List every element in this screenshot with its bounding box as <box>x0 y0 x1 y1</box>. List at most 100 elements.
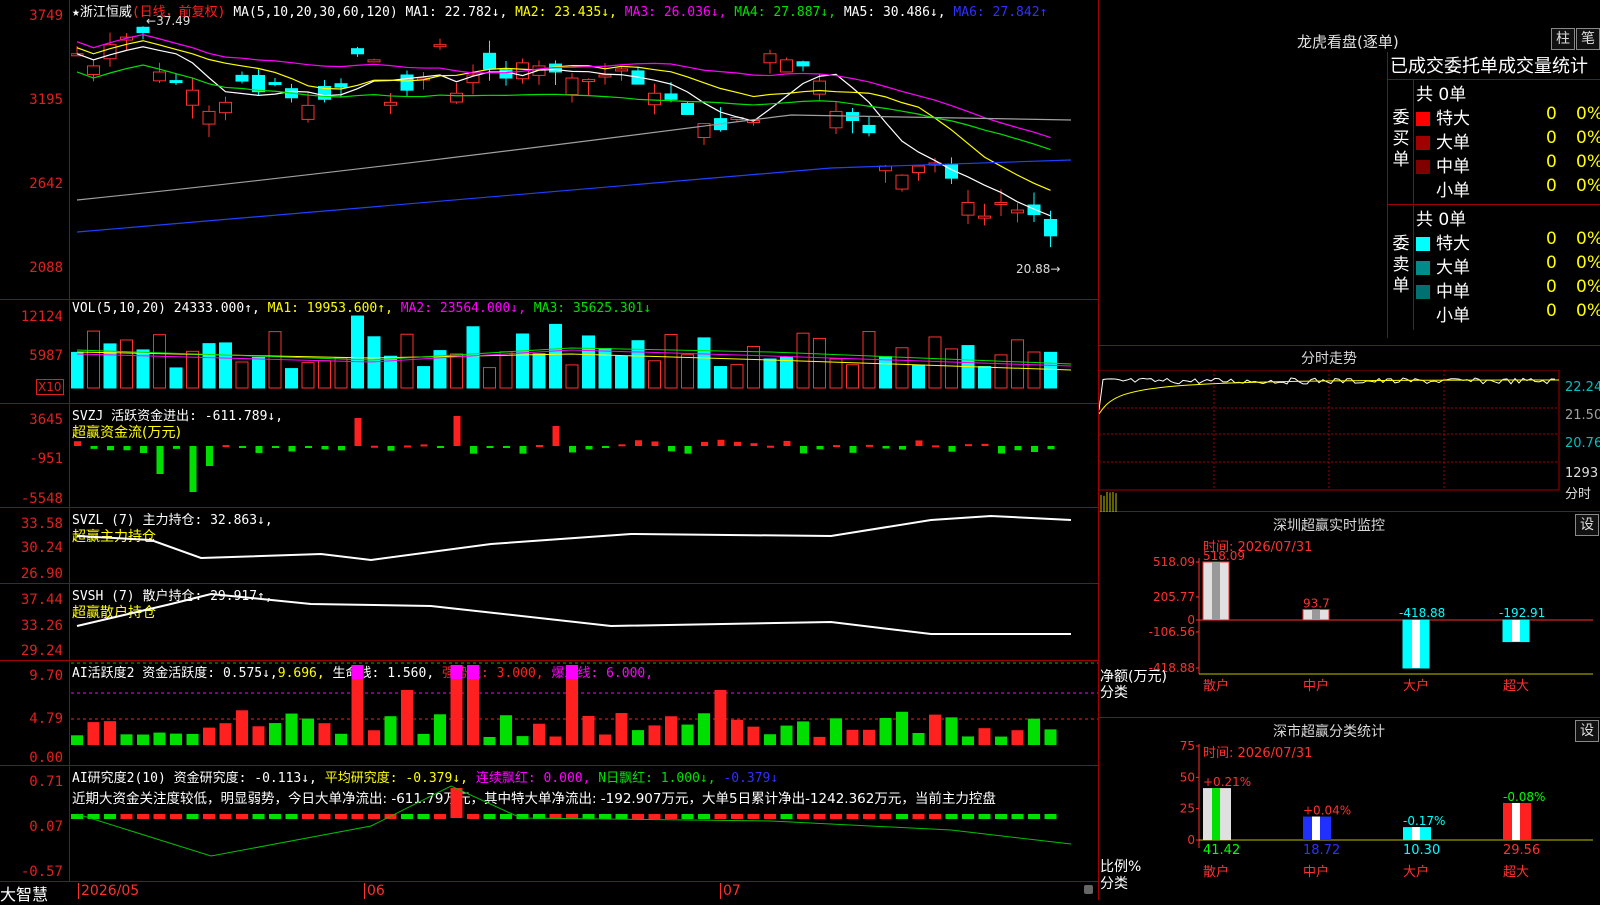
intraday-panel[interactable]: 分时走势 22.24 21.50 20.76 1293 分时 <box>1098 346 1600 512</box>
flow-bar <box>948 446 956 452</box>
activity-bar <box>285 713 298 745</box>
volume-bar <box>780 356 793 389</box>
classify-value: 29.56 <box>1503 843 1540 858</box>
ai2-tick: 0.07 <box>29 819 63 835</box>
research-bar <box>1028 814 1040 819</box>
research-bar <box>648 814 661 819</box>
research-bar <box>219 814 232 819</box>
flow-bar <box>734 441 741 446</box>
bar-mode-button[interactable]: 柱 <box>1551 28 1575 50</box>
monitor-xlabel: 分类 <box>1100 685 1128 701</box>
svzj-tick: -5548 <box>20 491 63 507</box>
candle-body <box>483 52 496 70</box>
volume-bar <box>483 367 496 389</box>
color-swatch <box>1416 160 1430 174</box>
svsh-axis: 37.44 33.26 29.24 <box>0 584 70 660</box>
svsh-panel[interactable]: 37.44 33.26 29.24 SVSH (7) 散户持仓: 29.917↑… <box>0 584 1098 661</box>
intraday-title: 分时走势 <box>1301 351 1357 367</box>
row-label: 小单 <box>1436 181 1470 201</box>
row-pct: 0% <box>1576 277 1600 297</box>
svzj-axis: 3645 -951 -5548 <box>0 404 70 507</box>
svzj-panel[interactable]: 3645 -951 -5548 SVZJ 活跃资金进出: -611.789↓, … <box>0 404 1098 508</box>
candle-body <box>367 59 381 63</box>
color-swatch <box>1416 309 1430 323</box>
flow-bar <box>684 446 692 454</box>
classify-chart: 75 50 25 0 +0.21% 41.42 散户 +0.04% 18.72 中户 -0.17% 1… <box>1180 739 1593 880</box>
candle-body <box>334 83 348 88</box>
research-bar <box>830 814 842 819</box>
activity-bar <box>417 733 430 745</box>
monitor-bar-label: 93.7 <box>1303 597 1330 611</box>
research-bar <box>962 814 974 819</box>
retail-holding-line <box>76 592 1071 635</box>
stat-row: 特大 0 0% <box>1416 104 1600 129</box>
classify-value: 10.30 <box>1403 843 1440 858</box>
volume-bar <box>417 366 430 389</box>
activity-bar <box>236 710 248 745</box>
volume-bar <box>763 358 777 389</box>
intraday-tick: 21.50 <box>1565 408 1600 423</box>
candle-body <box>301 104 315 120</box>
flow-bar <box>602 446 609 448</box>
activity-bar <box>401 690 413 745</box>
row-pct: 0% <box>1576 253 1600 273</box>
research-bar <box>186 814 199 819</box>
monitor-category: 大户 <box>1403 678 1429 694</box>
candlestick-chart[interactable] <box>71 0 1098 300</box>
classify-change: +0.21% <box>1203 775 1251 789</box>
research-bar <box>731 814 743 819</box>
price-tick: 2642 <box>29 176 63 192</box>
volume-bar <box>235 361 249 389</box>
stat-row: 特大 0 0% <box>1416 229 1600 254</box>
volume-bar <box>450 353 463 389</box>
research-bar <box>1011 814 1024 819</box>
research-bar <box>846 814 859 819</box>
volume-bar <box>582 335 595 389</box>
stat-row: 大单 0 0% <box>1416 253 1600 278</box>
volume-bar <box>516 333 529 389</box>
candle-body <box>813 80 826 95</box>
activity-bar <box>648 725 661 745</box>
lock-icon[interactable] <box>1084 885 1093 894</box>
price-panel[interactable]: 3749 3195 2642 2088 ★浙江恒威(日线，前复权) MA(5,1… <box>0 0 1098 300</box>
holding-line <box>76 514 1072 562</box>
volume-bar <box>565 364 579 389</box>
volume-bar <box>631 340 645 389</box>
svzl-panel[interactable]: 33.58 30.24 26.90 SVZL (7) 主力持仓: 32.863↓… <box>0 508 1098 584</box>
volume-bar <box>1027 351 1041 389</box>
price-tick: 2088 <box>29 260 63 276</box>
volume-panel[interactable]: 12124 5987 X10 VOL(5,10,20) 24333.000↑, … <box>0 300 1098 404</box>
research-bar <box>351 814 364 819</box>
classify-category: 散户 <box>1203 864 1229 880</box>
flow-bar <box>750 443 758 446</box>
intraday-chart[interactable] <box>1099 370 1600 512</box>
flow-bar <box>74 441 81 446</box>
classify-value: 18.72 <box>1303 843 1340 858</box>
activity-bar <box>615 713 628 745</box>
tick-mode-button[interactable]: 笔 <box>1576 28 1600 50</box>
candle-body <box>400 74 414 91</box>
flow-bar <box>915 440 923 446</box>
activity-bar <box>978 728 991 745</box>
activity-bar <box>797 721 809 745</box>
volume-axis: 12124 5987 X10 <box>0 300 70 403</box>
research-bar <box>417 814 430 819</box>
ai1-tick: 4.79 <box>29 711 63 727</box>
research-bar <box>912 814 925 819</box>
research-bar <box>401 814 413 819</box>
volume-bar <box>87 330 100 389</box>
activity-bar <box>500 715 512 745</box>
ai-active-panel[interactable]: 9.70 4.79 0.00 AI活跃度2 资金活跃度: 0.575↓,9.69… <box>0 661 1098 766</box>
volume-bar <box>978 366 991 389</box>
volume-bar <box>681 354 694 389</box>
activity-cap <box>450 665 463 679</box>
volume-bar <box>1044 351 1057 389</box>
activity-bar <box>681 724 694 745</box>
volume-bar <box>252 356 265 389</box>
row-pct: 0% <box>1576 152 1600 172</box>
volume-bar <box>730 364 744 389</box>
ai-research-panel[interactable]: 0.71 0.07 -0.57 AI研究度2(10) 资金研究度: -0.113… <box>0 766 1098 881</box>
activity-bar <box>120 734 133 745</box>
row-count: 0 <box>1546 277 1557 297</box>
candle-body <box>796 61 810 67</box>
